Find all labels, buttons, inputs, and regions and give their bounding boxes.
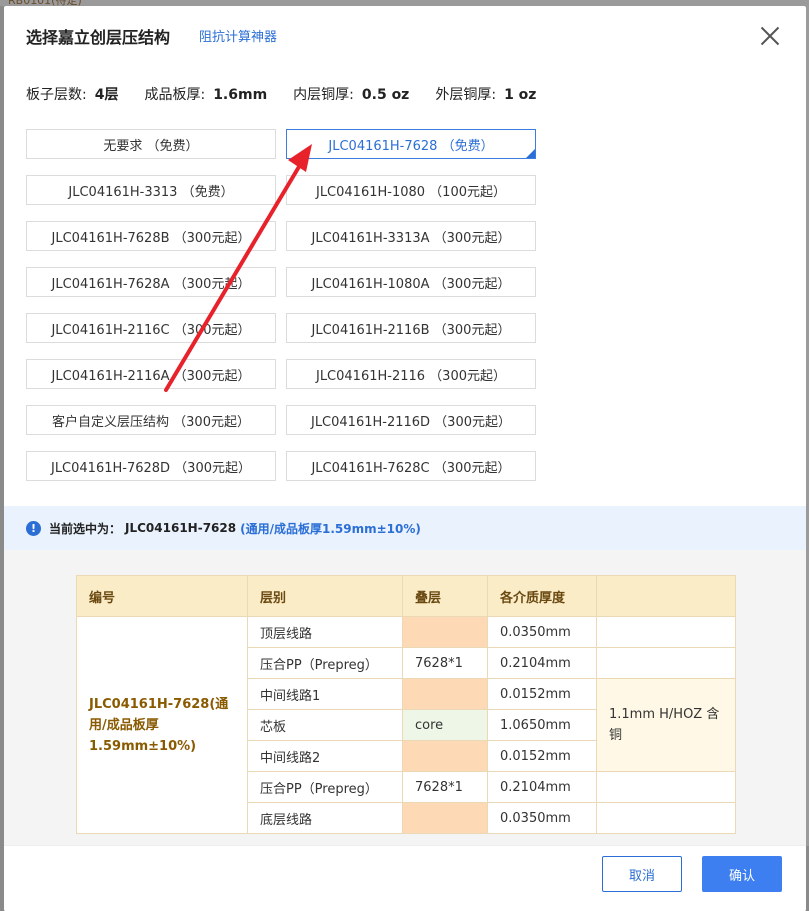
stackup-option[interactable]: JLC04161H-3313A （300元起） bbox=[286, 221, 536, 251]
spec-board-thickness: 成品板厚: 1.6mm bbox=[144, 84, 267, 104]
layer-name: 顶层线路 bbox=[247, 616, 403, 648]
stackup-option[interactable]: JLC04161H-7628A （300元起） bbox=[26, 267, 276, 297]
spec-label: 外层铜厚: bbox=[435, 87, 497, 103]
thickness-cell: 0.2104mm bbox=[487, 647, 597, 679]
layer-name: 中间线路1 bbox=[247, 678, 403, 710]
stack-cell bbox=[402, 740, 488, 772]
notice-label: 当前选中为： bbox=[49, 521, 122, 536]
layer-name: 芯板 bbox=[247, 709, 403, 741]
spec-inner-copper: 内层铜厚: 0.5 oz bbox=[293, 84, 409, 104]
stackup-option[interactable]: JLC04161H-7628B （300元起） bbox=[26, 221, 276, 251]
stackup-table-area: 编号 层别 叠层 各介质厚度 JLC04161H-7628(通用/成品板厚1.5… bbox=[4, 550, 806, 845]
cancel-button[interactable]: 取消 bbox=[602, 856, 682, 892]
spec-layer-count: 板子层数: 4层 bbox=[26, 84, 118, 104]
thickness-cell: 0.0350mm bbox=[487, 616, 597, 648]
stackup-option[interactable]: JLC04161H-1080 （100元起） bbox=[286, 175, 536, 205]
layer-name: 压合PP（Prepreg） bbox=[247, 771, 403, 803]
layer-name: 压合PP（Prepreg） bbox=[247, 647, 403, 679]
stackup-option[interactable]: JLC04161H-7628 （免费） bbox=[286, 129, 536, 159]
notice-code: JLC04161H-7628 bbox=[125, 521, 237, 535]
stack-cell bbox=[402, 616, 488, 648]
header-stack: 叠层 bbox=[402, 575, 488, 617]
spec-label: 成品板厚: bbox=[144, 87, 206, 103]
thickness-cell: 1.0650mm bbox=[487, 709, 597, 741]
header-thickness: 各介质厚度 bbox=[487, 575, 597, 617]
header-layer: 层别 bbox=[247, 575, 403, 617]
note-cell-empty bbox=[596, 616, 736, 648]
spec-value: 0.5 oz bbox=[361, 87, 410, 103]
header-note bbox=[596, 575, 736, 617]
modal-footer: 取消 确认 bbox=[4, 845, 806, 911]
stackup-modal: 选择嘉立创层压结构 阻抗计算神器 板子层数: 4层 成品板厚: 1.6mm 内层铜厚… bbox=[4, 6, 806, 911]
close-icon[interactable] bbox=[760, 26, 780, 46]
stackup-option[interactable]: JLC04161H-3313 （免费） bbox=[26, 175, 276, 205]
notice-desc: (通用/成品板厚1.59mm±10%) bbox=[240, 521, 421, 536]
note-cell-empty bbox=[596, 802, 736, 834]
header-code: 编号 bbox=[76, 575, 248, 617]
stackup-option[interactable]: JLC04161H-7628D （300元起） bbox=[26, 451, 276, 481]
stackup-code: JLC04161H-7628(通用/成品板厚1.59mm±10%) bbox=[76, 616, 248, 834]
stackup-option[interactable]: JLC04161H-1080A （300元起） bbox=[286, 267, 536, 297]
table-header-row: 编号 层别 叠层 各介质厚度 bbox=[76, 575, 736, 617]
thickness-cell: 0.0350mm bbox=[487, 802, 597, 834]
spec-value: 1 oz bbox=[504, 87, 537, 103]
core-note: 1.1mm H/HOZ 含铜 bbox=[596, 678, 736, 772]
thickness-cell: 0.2104mm bbox=[487, 771, 597, 803]
modal-header: 选择嘉立创层压结构 阻抗计算神器 bbox=[4, 6, 806, 66]
stackup-option[interactable]: JLC04161H-7628C （300元起） bbox=[286, 451, 536, 481]
thickness-cell: 0.0152mm bbox=[487, 678, 597, 710]
thickness-cell: 0.0152mm bbox=[487, 740, 597, 772]
note-cell-empty bbox=[596, 647, 736, 679]
board-specs: 板子层数: 4层 成品板厚: 1.6mm 内层铜厚: 0.5 oz 外层铜厚: 1 oz bbox=[26, 84, 562, 104]
stackup-option[interactable]: JLC04161H-2116B （300元起） bbox=[286, 313, 536, 343]
stack-cell: 7628*1 bbox=[402, 771, 488, 803]
spec-label: 板子层数: bbox=[26, 87, 87, 103]
stackup-option[interactable]: JLC04161H-2116A （300元起） bbox=[26, 359, 276, 389]
spec-outer-copper: 外层铜厚: 1 oz bbox=[435, 84, 536, 104]
stack-cell bbox=[402, 678, 488, 710]
spec-value: 1.6mm bbox=[213, 87, 268, 103]
confirm-button[interactable]: 确认 bbox=[702, 856, 782, 892]
stackup-option[interactable]: 无要求 （免费） bbox=[26, 129, 276, 159]
stack-cell: core bbox=[402, 709, 488, 741]
stackup-option[interactable]: JLC04161H-2116C （300元起） bbox=[26, 313, 276, 343]
layer-name: 中间线路2 bbox=[247, 740, 403, 772]
spec-value: 4层 bbox=[94, 87, 119, 103]
stackup-option[interactable]: 客户自定义层压结构 （300元起） bbox=[26, 405, 276, 435]
layer-name: 底层线路 bbox=[247, 802, 403, 834]
impedance-calculator-link[interactable]: 阻抗计算神器 bbox=[199, 26, 277, 45]
note-cell-empty bbox=[596, 771, 736, 803]
table-row: JLC04161H-7628(通用/成品板厚1.59mm±10%) 顶层线路 0… bbox=[76, 616, 736, 834]
spec-label: 内层铜厚: bbox=[293, 87, 354, 103]
stackup-table: 编号 层别 叠层 各介质厚度 JLC04161H-7628(通用/成品板厚1.5… bbox=[76, 575, 736, 834]
stack-cell bbox=[402, 802, 488, 834]
info-icon: ! bbox=[26, 520, 41, 536]
modal-title: 选择嘉立创层压结构 bbox=[26, 28, 171, 47]
stackup-option[interactable]: JLC04161H-2116D （300元起） bbox=[286, 405, 536, 435]
selection-notice: ! 当前选中为： JLC04161H-7628 (通用/成品板厚1.59mm±1… bbox=[4, 506, 806, 550]
stackup-option[interactable]: JLC04161H-2116 （300元起） bbox=[286, 359, 536, 389]
stack-cell: 7628*1 bbox=[402, 647, 488, 679]
